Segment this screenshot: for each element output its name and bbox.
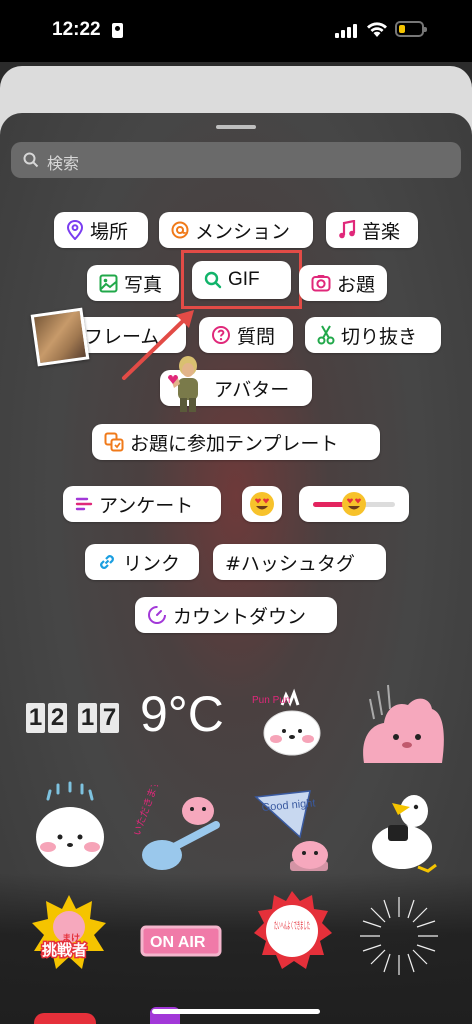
spoon-caption: いただきます bbox=[134, 785, 163, 838]
add-yours-template-sticker[interactable]: お題に参加テンプレート bbox=[92, 424, 380, 460]
clock-digit: 1 bbox=[78, 703, 97, 733]
kanahei-crying-sticker[interactable] bbox=[30, 781, 110, 871]
on-air-sticker[interactable]: ON AIR bbox=[138, 921, 224, 961]
home-indicator bbox=[152, 1009, 320, 1014]
status-time: 12:22 bbox=[52, 19, 101, 40]
hashtag-label: #ハッシュタグ bbox=[225, 552, 355, 575]
sticker-sheet: 検索 場所 メンション 音楽 写真 GIF お題 フレーム 質問 切り抜き アバ… bbox=[0, 113, 472, 1024]
avatar-figure-icon bbox=[168, 356, 198, 412]
kanahei-duck-sticker[interactable] bbox=[362, 789, 448, 875]
template-icon bbox=[104, 432, 124, 452]
poll-sticker[interactable]: アンケート bbox=[63, 486, 221, 522]
countdown-timer-icon bbox=[147, 605, 167, 625]
heart-eyes-emoji-icon bbox=[250, 492, 274, 516]
countdown-label: カウントダウン bbox=[173, 605, 307, 628]
link-icon bbox=[97, 552, 117, 572]
poll-lines-icon bbox=[75, 495, 93, 513]
well-done-stamp-sticker[interactable]: たいへんよくできました bbox=[250, 889, 334, 973]
kanahei-bunny-sticker[interactable] bbox=[356, 679, 448, 765]
cellular-signal-icon bbox=[335, 22, 361, 38]
battery-icon bbox=[395, 21, 427, 37]
heart-eyes-slider-thumb-icon bbox=[342, 492, 366, 516]
sparkle-burst-sticker[interactable] bbox=[356, 893, 442, 979]
poll-label: アンケート bbox=[99, 494, 194, 517]
kanahei-challenger-sticker[interactable]: まけ 挑戦者 bbox=[30, 893, 108, 975]
challenger-text: 挑戦者 bbox=[42, 941, 87, 959]
kanahei-punpun-sticker[interactable]: Pun Pun bbox=[246, 681, 338, 761]
well-done-text: たいへんよくできました bbox=[274, 920, 310, 932]
partial-sticker-red[interactable] bbox=[34, 1013, 96, 1024]
wifi-icon bbox=[367, 22, 387, 37]
avatar-label: アバター bbox=[214, 378, 290, 401]
emoji-slider-sticker[interactable] bbox=[299, 486, 409, 522]
on-air-text: ON AIR bbox=[150, 934, 206, 951]
link-sticker[interactable]: リンク bbox=[85, 544, 199, 580]
kanahei-good-night-sticker[interactable]: Good night bbox=[246, 785, 342, 875]
pointer-arrow bbox=[122, 310, 194, 380]
temperature-sticker[interactable]: 9°C bbox=[140, 685, 224, 743]
focus-person-icon bbox=[112, 23, 123, 38]
add-yours-template-label: お題に参加テンプレート bbox=[130, 432, 339, 455]
status-bar: 12:22 bbox=[0, 0, 472, 62]
kanahei-spoon-sticker[interactable]: いただきます bbox=[134, 785, 230, 875]
link-label: リンク bbox=[123, 552, 181, 575]
countdown-sticker[interactable]: カウントダウン bbox=[135, 597, 337, 633]
punpun-text: Pun Pun bbox=[252, 695, 290, 706]
emoji-reaction-sticker[interactable] bbox=[242, 486, 282, 522]
clock-digit: 7 bbox=[100, 703, 119, 733]
clock-digit: 1 bbox=[26, 703, 45, 733]
clock-sticker[interactable]: 1 2 1 7 bbox=[26, 703, 119, 733]
clock-digit: 2 bbox=[48, 703, 67, 733]
hashtag-sticker[interactable]: #ハッシュタグ bbox=[213, 544, 386, 580]
